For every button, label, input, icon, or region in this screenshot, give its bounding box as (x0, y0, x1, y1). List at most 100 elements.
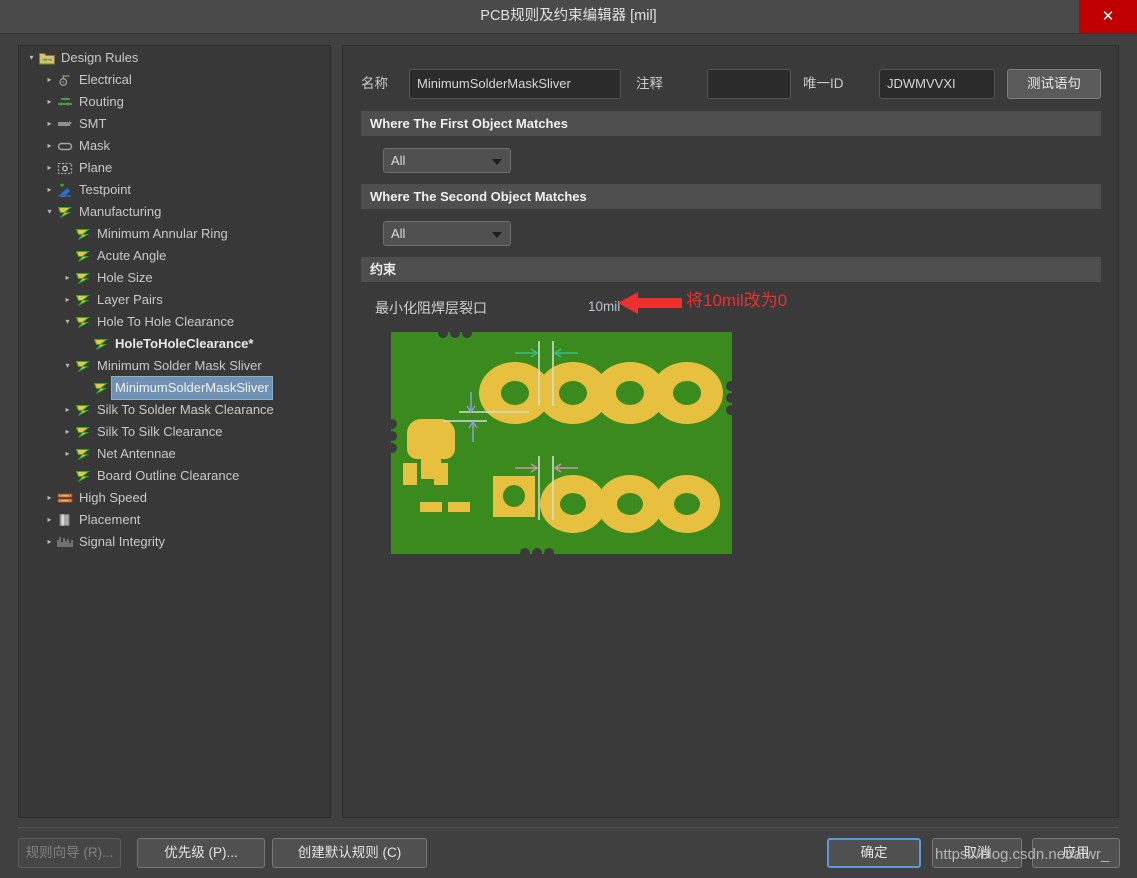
tree-item-placement[interactable]: ▸ Placement (19, 508, 330, 530)
test-query-button[interactable]: 测试语句 (1007, 69, 1101, 99)
tree-item-layer-pairs[interactable]: ▸ Layer Pairs (19, 288, 330, 310)
chevron-down-icon[interactable]: ▾ (61, 355, 74, 377)
tree-item-testpoint[interactable]: ▸ Testpoint (19, 178, 330, 200)
chevron-right-icon[interactable]: ▸ (43, 69, 56, 91)
comment-input[interactable] (707, 69, 791, 99)
tree-item-routing[interactable]: ▸ Routing (19, 90, 330, 112)
tree-item-signal-integrity[interactable]: ▸ Signal Integrity (19, 530, 330, 552)
close-icon[interactable]: ✕ (1079, 0, 1137, 33)
chevron-down-icon[interactable]: ▾ (25, 47, 38, 69)
tree-item-label: Acute Angle (97, 247, 167, 263)
tree-item-minimum-solder-mask-sliver[interactable]: ▾ Minimum Solder Mask Sliver (19, 354, 330, 376)
name-label: 名称 (361, 76, 388, 91)
chevron-right-icon[interactable]: ▸ (61, 399, 74, 421)
tree-item-label: Silk To Silk Clearance (97, 423, 223, 439)
rule-icon (74, 245, 92, 267)
tree-item-hole-to-hole-clearance[interactable]: ▾ Hole To Hole Clearance (19, 310, 330, 332)
tree-item-label: Manufacturing (79, 203, 162, 219)
tree-item-manufacturing[interactable]: ▾ Manufacturing (19, 200, 330, 222)
chevron-right-icon[interactable]: ▸ (61, 421, 74, 443)
design-rules-tree[interactable]: ▾ ⇥⇥ Design Rules ▸ Electrical ▸ Routing ▸ SMT ▸ M… (18, 45, 331, 818)
footer-separator (18, 827, 1119, 828)
annotation-text: 将10mil改为0 (686, 291, 788, 310)
tree-item-minimumsoldermasksliver[interactable]: MinimumSolderMaskSliver (19, 375, 330, 400)
left-arrow-icon (618, 292, 682, 314)
title-bar: PCB规则及约束编辑器 [mil] ✕ (0, 0, 1137, 34)
tree-item-silk-to-silk-clearance[interactable]: ▸ Silk To Silk Clearance (19, 420, 330, 442)
tree-item-label: Net Antennae (97, 445, 176, 461)
tree-item-label: Testpoint (79, 181, 132, 197)
signal-integrity-icon (56, 531, 74, 553)
rule-wizard-button[interactable]: 规则向导 (R)... (18, 838, 121, 868)
tree-item-label: Hole Size (97, 269, 153, 285)
tree-item-label: High Speed (79, 489, 147, 505)
chevron-right-icon[interactable]: ▸ (43, 531, 56, 553)
high-speed-icon (56, 487, 74, 509)
chevron-right-icon[interactable]: ▸ (61, 443, 74, 465)
chevron-right-icon[interactable]: ▸ (43, 509, 56, 531)
tree-item-holetoholeclearance[interactable]: HoleToHoleClearance* (19, 332, 330, 354)
apply-button[interactable]: 应用 (1032, 838, 1120, 868)
tree-item-smt[interactable]: ▸ SMT (19, 112, 330, 134)
tree-item-board-outline-clearance[interactable]: Board Outline Clearance (19, 464, 330, 486)
tree-item-plane[interactable]: ▸ Plane (19, 156, 330, 178)
tree-item-label: Signal Integrity (79, 533, 165, 549)
first-object-scope-value: All (391, 153, 406, 168)
priority-button[interactable]: 优先级 (P)... (137, 838, 265, 868)
chevron-down-icon[interactable]: ▾ (43, 201, 56, 223)
chevron-right-icon[interactable]: ▸ (43, 157, 56, 179)
section-constraints: 约束 (361, 257, 1101, 282)
tree-item-label: MinimumSolderMaskSliver (111, 375, 273, 400)
name-input[interactable]: MinimumSolderMaskSliver (409, 69, 621, 99)
rule-icon (74, 223, 92, 245)
tree-item-design-rules[interactable]: ▾ ⇥⇥ Design Rules (19, 46, 330, 68)
chevron-right-icon[interactable]: ▸ (43, 487, 56, 509)
rule-icon (74, 443, 92, 465)
second-object-scope-select[interactable]: All (383, 221, 511, 246)
testpoint-icon (56, 179, 74, 201)
rule-icon (92, 333, 110, 355)
plane-icon (56, 157, 74, 179)
chevron-right-icon[interactable]: ▸ (43, 91, 56, 113)
chevron-down-icon (492, 159, 502, 165)
pcb-rules-dialog: PCB规则及约束编辑器 [mil] ✕ ▾ ⇥⇥ Design Rules ▸ Elec… (0, 0, 1137, 878)
tree-item-high-speed[interactable]: ▸ High Speed (19, 486, 330, 508)
tree-item-hole-size[interactable]: ▸ Hole Size (19, 266, 330, 288)
rule-icon (74, 421, 92, 443)
create-default-rules-button[interactable]: 创建默认规则 (C) (272, 838, 427, 868)
chevron-right-icon[interactable]: ▸ (43, 135, 56, 157)
rule-icon (74, 267, 92, 289)
tree-item-label: Design Rules (61, 49, 139, 65)
tree-item-label: Electrical (79, 71, 132, 87)
first-object-scope-select[interactable]: All (383, 148, 511, 173)
mask-icon (56, 135, 74, 157)
tree-item-silk-to-solder-mask-clearance[interactable]: ▸ Silk To Solder Mask Clearance (19, 398, 330, 420)
rule-icon (74, 311, 92, 333)
routing-icon (56, 91, 74, 113)
tree-item-mask[interactable]: ▸ Mask (19, 134, 330, 156)
cancel-button[interactable]: 取消 (932, 838, 1022, 868)
tree-item-label: Mask (79, 137, 111, 153)
tree-item-electrical[interactable]: ▸ Electrical (19, 68, 330, 90)
tree-item-label: SMT (79, 115, 107, 131)
chevron-down-icon[interactable]: ▾ (61, 311, 74, 333)
chevron-right-icon[interactable]: ▸ (61, 289, 74, 311)
tree-item-net-antennae[interactable]: ▸ Net Antennae (19, 442, 330, 464)
tree-item-label: Plane (79, 159, 113, 175)
chevron-right-icon[interactable]: ▸ (43, 179, 56, 201)
tree-item-label: Silk To Solder Mask Clearance (97, 401, 274, 417)
rule-icon (74, 465, 92, 487)
chevron-right-icon[interactable]: ▸ (43, 113, 56, 135)
tree-item-minimum-annular-ring[interactable]: Minimum Annular Ring (19, 222, 330, 244)
tree-item-label: Hole To Hole Clearance (97, 313, 235, 329)
tree-item-acute-angle[interactable]: Acute Angle (19, 244, 330, 266)
unique-id-input[interactable]: JDWMVVXI (879, 69, 995, 99)
ok-button[interactable]: 确定 (827, 838, 921, 868)
manufacturing-icon (56, 201, 74, 223)
chevron-right-icon[interactable]: ▸ (61, 267, 74, 289)
min-solder-mask-sliver-value[interactable]: 10mil (588, 299, 620, 314)
smt-icon (56, 113, 74, 135)
